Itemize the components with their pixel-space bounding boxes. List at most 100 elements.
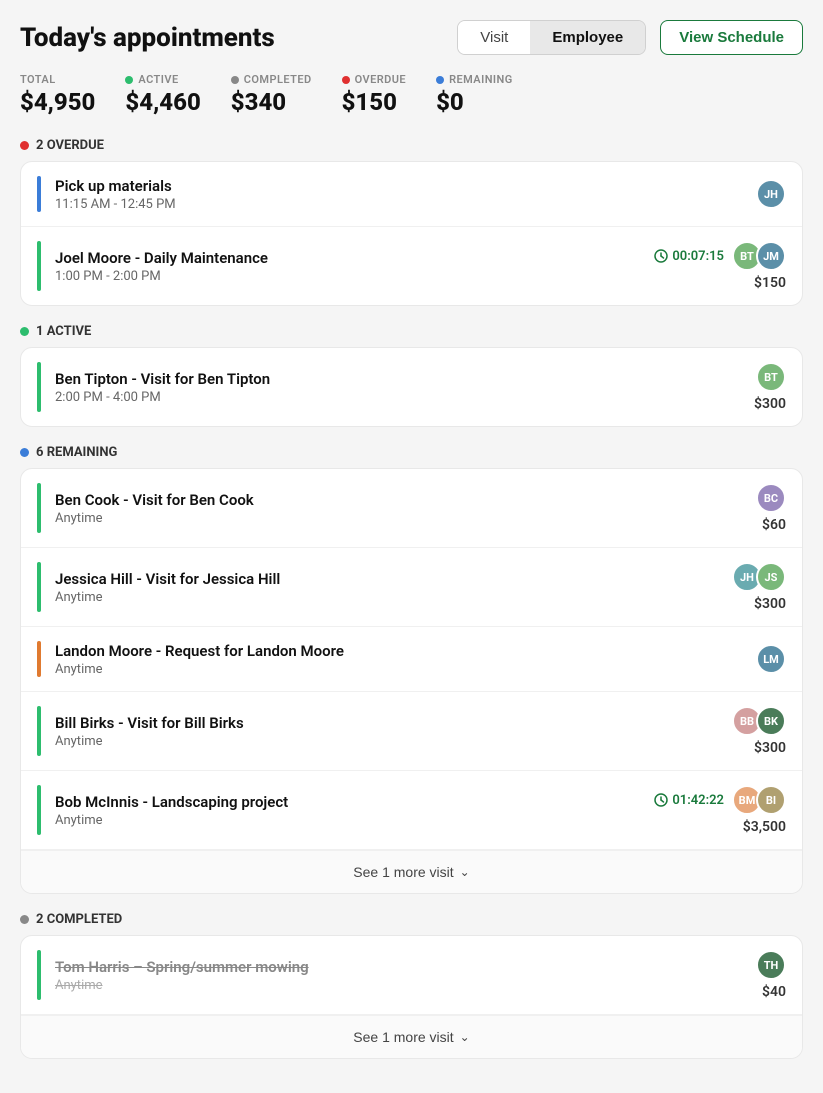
appointment-title: Bob McInnis - Landscaping project bbox=[55, 793, 654, 811]
appointment-time: Anytime bbox=[55, 662, 696, 677]
see-more-button[interactable]: See 1 more visit ⌄ bbox=[21, 1015, 802, 1058]
stat-value-active: $4,460 bbox=[125, 88, 200, 116]
appointment-avatars: JHJS bbox=[732, 562, 786, 592]
appointment-title: Joel Moore - Daily Maintenance bbox=[55, 249, 654, 267]
appointment-bar bbox=[37, 362, 41, 412]
section-label-active: 1 ACTIVE bbox=[36, 324, 91, 339]
section-header-completed: 2 COMPLETED bbox=[20, 912, 803, 927]
appointment-time: Anytime bbox=[55, 511, 696, 526]
appointment-top-row: BT bbox=[756, 362, 786, 392]
appointment-item[interactable]: Bob McInnis - Landscaping project Anytime… bbox=[21, 771, 802, 850]
stats-row: TOTAL $4,950 ACTIVE $4,460 COMPLETED $34… bbox=[20, 73, 803, 116]
header-row: Today's appointments Visit Employee View… bbox=[20, 20, 803, 55]
stat-label-remaining: REMAINING bbox=[436, 73, 513, 86]
appointment-avatars: BBBK bbox=[732, 706, 786, 736]
section-dot-overdue bbox=[20, 141, 29, 150]
stat-label-total: TOTAL bbox=[20, 73, 95, 86]
appointment-right: 01:42:22 BMBI $3,500 bbox=[654, 785, 786, 835]
clock-icon bbox=[654, 793, 668, 807]
stat-value-overdue: $150 bbox=[342, 88, 406, 116]
avatar: BK bbox=[756, 706, 786, 736]
appointment-title: Pick up materials bbox=[55, 177, 696, 195]
timer-value: 01:42:22 bbox=[672, 793, 724, 808]
appointment-info: Ben Tipton - Visit for Ben Tipton 2:00 PM… bbox=[55, 370, 696, 405]
appointment-price: $300 bbox=[754, 596, 786, 612]
appointment-avatars: TH bbox=[756, 950, 786, 980]
appointment-time: Anytime bbox=[55, 813, 654, 828]
appointment-info: Ben Cook - Visit for Ben Cook Anytime bbox=[55, 491, 696, 526]
section-dot-remaining bbox=[20, 448, 29, 457]
appointment-info: Bill Birks - Visit for Bill BirksAnytime bbox=[55, 714, 696, 749]
section-label-remaining: 6 REMAINING bbox=[36, 445, 117, 460]
appointment-item[interactable]: Tom Harris – Spring/summer mowing Anytime… bbox=[21, 936, 802, 1015]
appointment-top-row: JHJS bbox=[732, 562, 786, 592]
appointment-time: Anytime bbox=[55, 978, 696, 993]
section-card-completed: Tom Harris – Spring/summer mowing Anytime… bbox=[20, 935, 803, 1059]
stat-value-total: $4,950 bbox=[20, 88, 95, 116]
appointment-right: TH$40 bbox=[696, 950, 786, 1000]
appointment-top-row: BC bbox=[756, 483, 786, 513]
appointment-time: Anytime bbox=[55, 734, 696, 749]
chevron-down-icon: ⌄ bbox=[460, 865, 470, 879]
avatar: JS bbox=[756, 562, 786, 592]
tab-group: Visit Employee bbox=[457, 20, 646, 55]
section-header-remaining: 6 REMAINING bbox=[20, 445, 803, 460]
appointment-time: 2:00 PM - 4:00 PM bbox=[55, 390, 696, 405]
appointment-top-row: 00:07:15 BTJM bbox=[654, 241, 786, 271]
appointment-title: Ben Cook - Visit for Ben Cook bbox=[55, 491, 696, 509]
appointment-title: Landon Moore - Request for Landon Moore bbox=[55, 642, 696, 660]
appointment-title: Tom Harris – Spring/summer mowing bbox=[55, 958, 696, 976]
appointment-info: Bob McInnis - Landscaping project Anytime bbox=[55, 793, 654, 828]
stat-remaining: REMAINING $0 bbox=[436, 73, 513, 116]
section-label-overdue: 2 OVERDUE bbox=[36, 138, 104, 153]
active-dot bbox=[125, 76, 133, 84]
appointment-item[interactable]: Bill Birks - Visit for Bill BirksAnytime… bbox=[21, 692, 802, 771]
avatar: JM bbox=[756, 241, 786, 271]
tab-visit[interactable]: Visit bbox=[458, 21, 530, 54]
section-card-active: Ben Tipton - Visit for Ben Tipton 2:00 PM… bbox=[20, 347, 803, 427]
section-card-overdue: Pick up materials11:15 AM - 12:45 PM JH Jo… bbox=[20, 161, 803, 306]
appointment-info: Pick up materials11:15 AM - 12:45 PM bbox=[55, 177, 696, 212]
stat-label-completed: COMPLETED bbox=[231, 73, 312, 86]
appointment-price: $3,500 bbox=[743, 819, 786, 835]
appointment-item[interactable]: Joel Moore - Daily Maintenance1:00 PM - … bbox=[21, 227, 802, 305]
appointment-price: $300 bbox=[754, 396, 786, 412]
avatar: JH bbox=[756, 179, 786, 209]
appointment-info: Jessica Hill - Visit for Jessica HillAny… bbox=[55, 570, 696, 605]
avatar: BT bbox=[756, 362, 786, 392]
appointment-item[interactable]: Jessica Hill - Visit for Jessica HillAny… bbox=[21, 548, 802, 627]
appointment-item[interactable]: Landon Moore - Request for Landon Moore A… bbox=[21, 627, 802, 692]
section-dot-active bbox=[20, 327, 29, 336]
appointment-price: $300 bbox=[754, 740, 786, 756]
section-label-completed: 2 COMPLETED bbox=[36, 912, 122, 927]
appointment-price: $60 bbox=[762, 517, 786, 533]
timer-badge: 01:42:22 bbox=[654, 793, 724, 808]
stat-value-completed: $340 bbox=[231, 88, 312, 116]
remaining-dot bbox=[436, 76, 444, 84]
stat-label-active: ACTIVE bbox=[125, 73, 200, 86]
appointment-top-row: JH bbox=[756, 179, 786, 209]
appointment-title: Jessica Hill - Visit for Jessica Hill bbox=[55, 570, 696, 588]
avatar: BI bbox=[756, 785, 786, 815]
appointment-title: Ben Tipton - Visit for Ben Tipton bbox=[55, 370, 696, 388]
appointment-item[interactable]: Pick up materials11:15 AM - 12:45 PM JH bbox=[21, 162, 802, 227]
appointment-info: Tom Harris – Spring/summer mowing Anytime bbox=[55, 958, 696, 993]
view-schedule-button[interactable]: View Schedule bbox=[660, 20, 803, 55]
tab-employee[interactable]: Employee bbox=[530, 21, 645, 54]
appointment-right: JH bbox=[696, 179, 786, 209]
appointment-item[interactable]: Ben Cook - Visit for Ben Cook Anytime BC $6… bbox=[21, 469, 802, 548]
appointment-right: JHJS $300 bbox=[696, 562, 786, 612]
appointment-avatars: LM bbox=[756, 644, 786, 674]
appointment-item[interactable]: Ben Tipton - Visit for Ben Tipton 2:00 PM… bbox=[21, 348, 802, 426]
appointment-bar bbox=[37, 785, 41, 835]
timer-badge: 00:07:15 bbox=[654, 249, 724, 264]
appointment-right: LM bbox=[696, 644, 786, 674]
overdue-dot bbox=[342, 76, 350, 84]
appointment-top-row: 01:42:22 BMBI bbox=[654, 785, 786, 815]
appointment-info: Landon Moore - Request for Landon Moore A… bbox=[55, 642, 696, 677]
see-more-button[interactable]: See 1 more visit ⌄ bbox=[21, 850, 802, 893]
completed-dot bbox=[231, 76, 239, 84]
appointment-right: BBBK $300 bbox=[696, 706, 786, 756]
appointment-bar bbox=[37, 241, 41, 291]
stat-active: ACTIVE $4,460 bbox=[125, 73, 200, 116]
